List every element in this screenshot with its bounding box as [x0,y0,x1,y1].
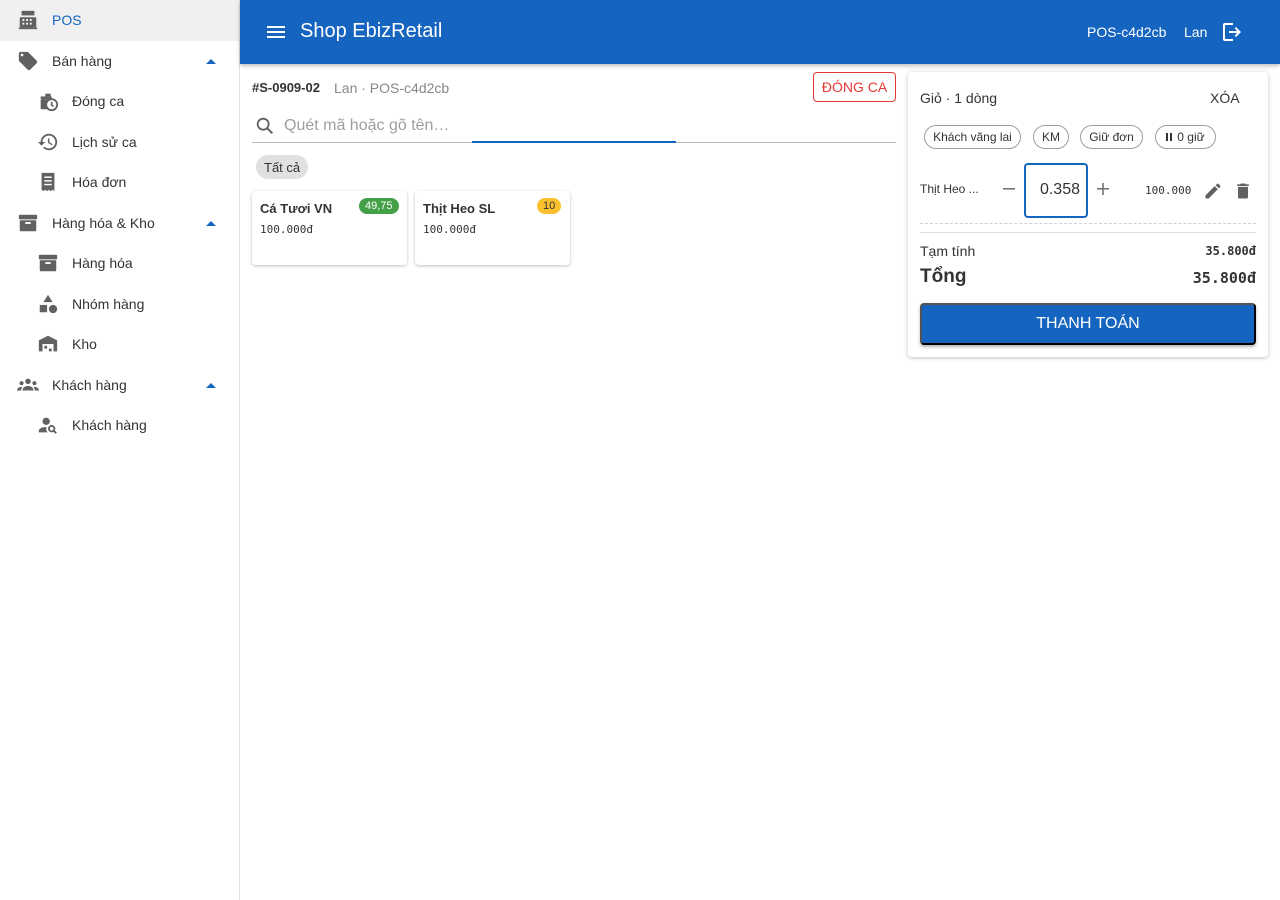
product-price: 100.000đ [260,223,313,236]
menu-icon[interactable] [264,20,288,44]
sidebar-item-warehouse[interactable]: Kho [0,324,239,365]
sidebar-group-inventory[interactable]: Hàng hóa & Kho [0,203,239,244]
sidebar-item-label: Đóng ca [72,93,125,110]
sidebar-item-label: Khách hàng [52,376,127,393]
warehouse-icon [36,332,60,356]
close-shift-button[interactable]: ĐÓNG CA [813,72,896,102]
divider [920,223,1256,224]
search-icon [254,115,276,137]
person-search-icon [36,413,60,437]
checkout-button[interactable]: THANH TOÁN [920,303,1256,345]
group-icon [16,373,40,397]
product-search [252,111,896,143]
sidebar-item-label: Hàng hóa & Kho [52,214,155,231]
sidebar-item-label: Lịch sử ca [72,133,137,150]
sidebar-group-sales[interactable]: Bán hàng [0,41,239,82]
user-name: Lan [1184,24,1208,40]
cart-panel: Giỏ · 1 dòng XÓA Khách vãng lai KM Giữ đ… [908,72,1268,357]
cart-header: Giỏ · 1 dòng [920,90,998,106]
session-meta: Lan · POS-c4d2cb [334,80,450,96]
customer-chip[interactable]: Khách vãng lai [924,125,1021,149]
sidebar-item-label: Kho [72,336,97,353]
cash-register-icon [16,8,40,32]
archive-icon [36,251,60,275]
terminal-id: POS-c4d2cb [1087,24,1167,40]
sidebar-item-products[interactable]: Hàng hóa [0,243,239,284]
total-value: 35.800đ [1192,269,1256,287]
cart-line-price: 100.000 [1145,184,1192,197]
app-title: Shop EbizRetail [300,20,443,42]
sidebar-item-label: Khách hàng [72,417,147,434]
subtotal-value: 35.800đ [1205,244,1256,258]
sidebar-item-pos[interactable]: POS [0,0,239,41]
sidebar: POS Bán hàng Đóng ca Lịch sử ca Hóa đơn … [0,0,240,900]
quantity-field [1024,163,1088,218]
divider [920,232,1256,233]
chevron-up-icon [206,58,216,64]
chevron-up-icon [206,382,216,388]
search-focus-underline [472,141,676,143]
hold-order-chip[interactable]: Giữ đơn [1080,125,1143,149]
category-shapes-icon [36,292,60,316]
filter-chip-all[interactable]: Tất cả [256,155,309,179]
product-price: 100.000đ [423,223,476,236]
clock-shift-icon [36,89,60,113]
tag-icon [16,49,40,73]
product-name: Thịt Heo SL [423,201,496,216]
sidebar-item-product-groups[interactable]: Nhóm hàng [0,284,239,325]
sidebar-item-label: Nhóm hàng [72,295,145,312]
sidebar-item-invoices[interactable]: Hóa đơn [0,162,239,203]
total-label: Tổng [920,266,967,287]
edit-icon[interactable] [1203,181,1223,201]
cart-line-name: Thịt Heo ... [920,182,979,196]
stock-badge: 49,75 [359,198,399,214]
sidebar-item-label: Hàng hóa [72,255,133,272]
sidebar-group-customers[interactable]: Khách hàng [0,365,239,406]
product-name: Cá Tươi VN [260,201,333,216]
logout-icon[interactable] [1220,20,1244,44]
delete-icon[interactable] [1233,181,1253,201]
held-count: 0 giữ [1177,130,1205,144]
product-card[interactable]: Thịt Heo SL 10 100.000đ [415,191,570,265]
promo-chip[interactable]: KM [1033,125,1069,149]
decrease-qty-button[interactable] [1000,178,1018,200]
search-input[interactable] [284,115,884,137]
sidebar-item-close-shift[interactable]: Đóng ca [0,81,239,122]
sidebar-item-label: Hóa đơn [72,174,127,191]
quantity-input[interactable] [1032,181,1080,199]
clear-cart-button[interactable]: XÓA [1210,90,1240,106]
sidebar-item-shift-history[interactable]: Lịch sử ca [0,122,239,163]
app-bar: Shop EbizRetail POS-c4d2cb Lan [240,0,1280,64]
pause-icon [1166,133,1173,141]
held-orders-chip[interactable]: 0 giữ [1155,125,1216,149]
sidebar-item-label: POS [52,12,82,29]
sidebar-item-customers[interactable]: Khách hàng [0,405,239,446]
history-icon [36,130,60,154]
increase-qty-button[interactable] [1094,178,1112,200]
chevron-up-icon [206,220,216,226]
receipt-icon [36,170,60,194]
product-card[interactable]: Cá Tươi VN 49,75 100.000đ [252,191,407,265]
archive-icon [16,211,40,235]
session-id: #S-0909-02 [252,80,320,95]
stock-badge: 10 [537,198,562,214]
sidebar-item-label: Bán hàng [52,52,112,69]
subtotal-label: Tạm tính [920,243,976,259]
